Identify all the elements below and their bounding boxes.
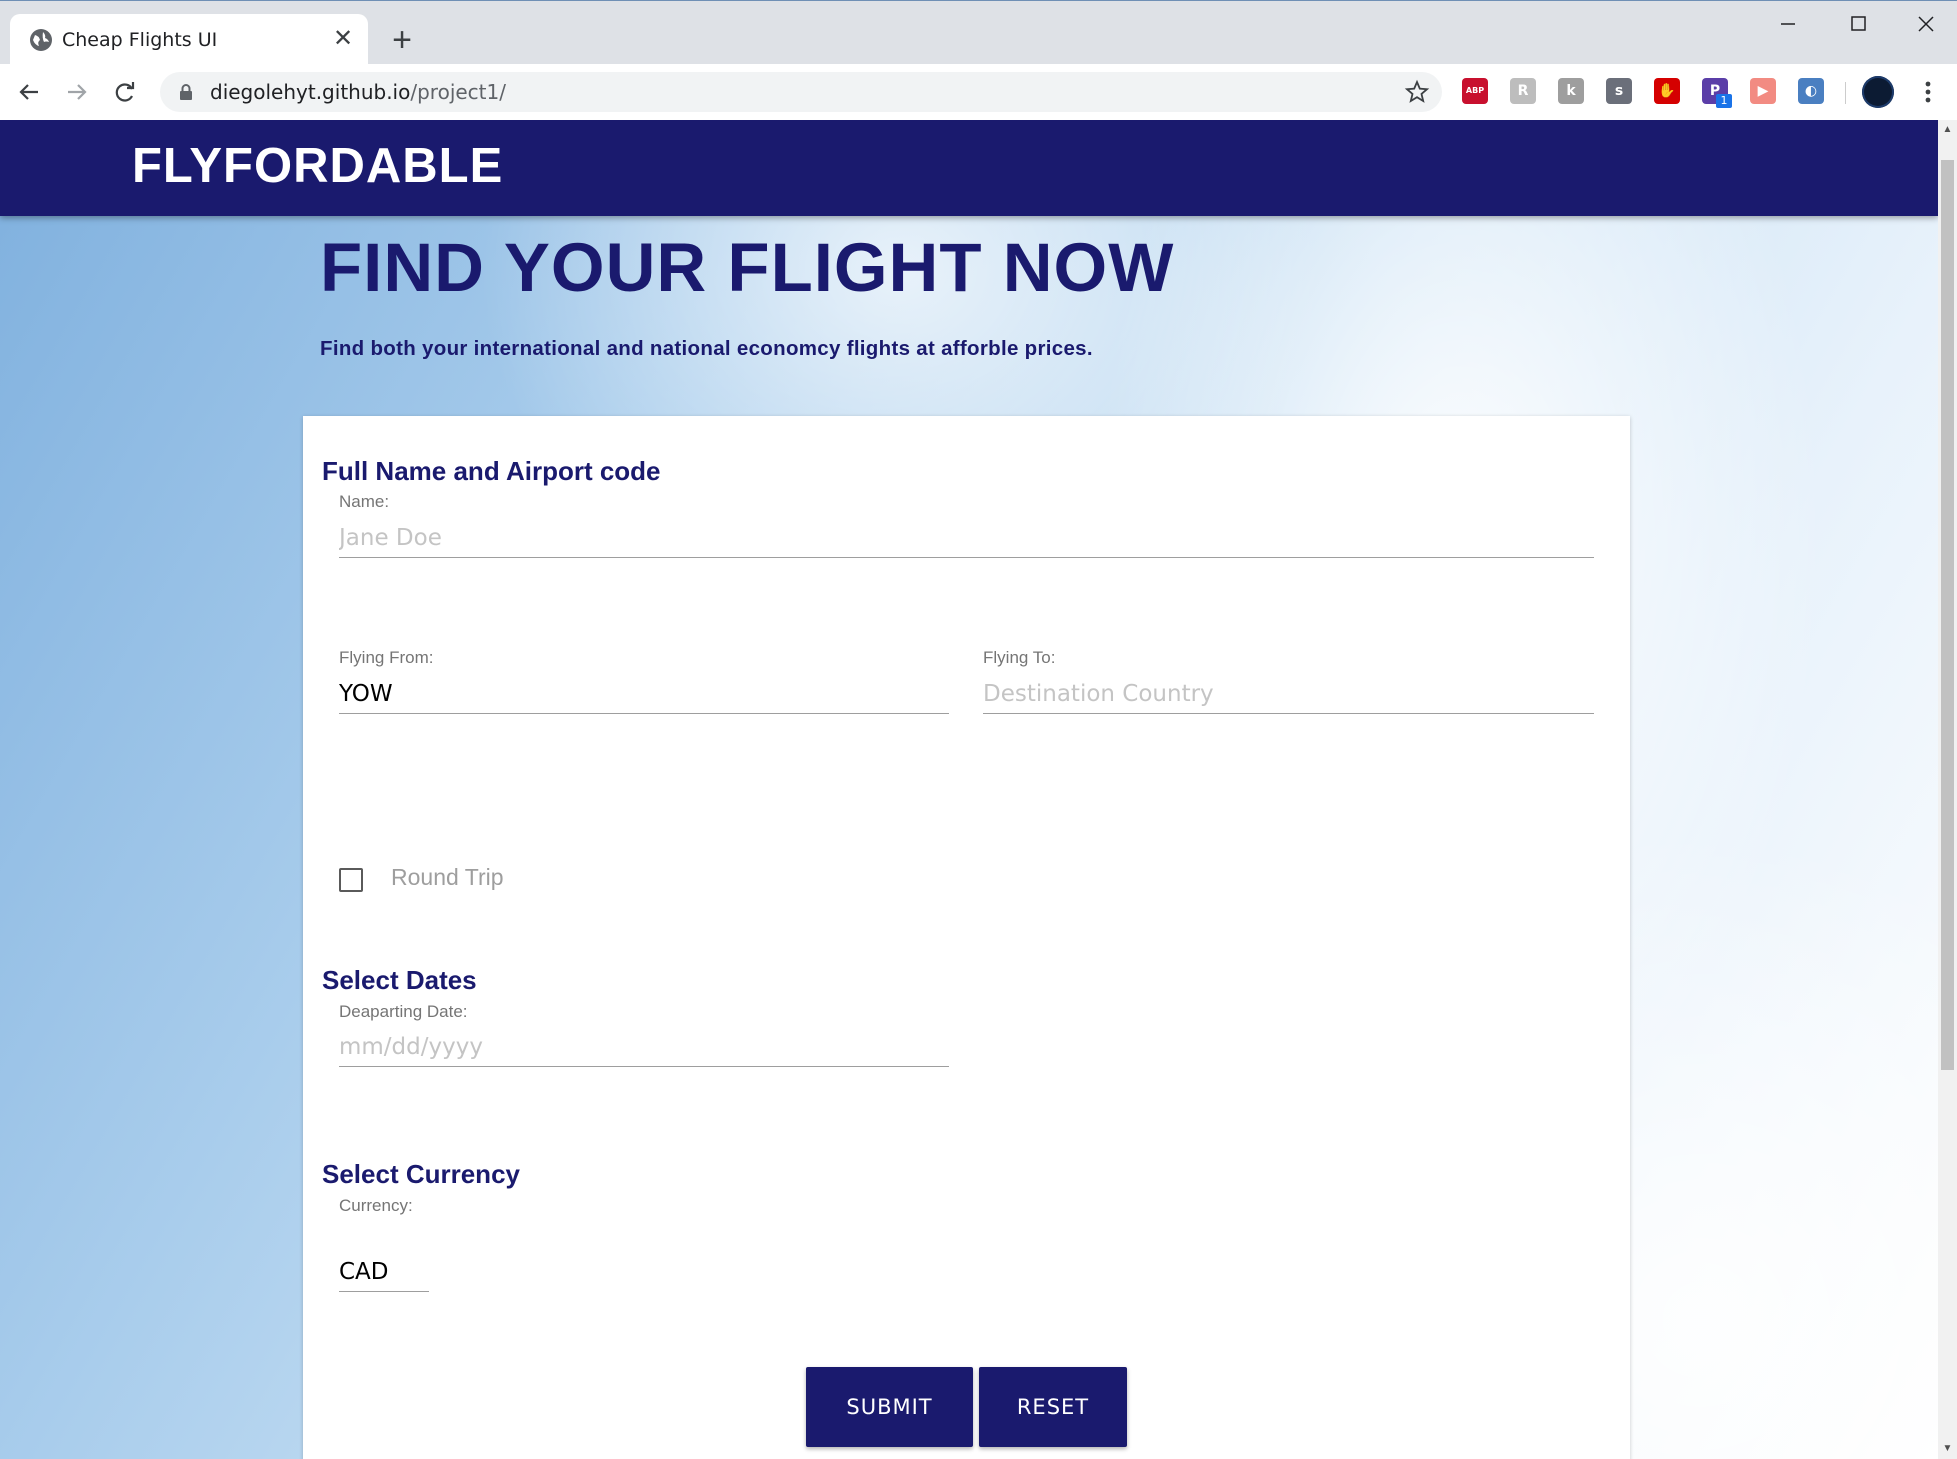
cloud-sync-icon[interactable]: ◐: [1798, 78, 1824, 104]
browser-tab[interactable]: Cheap Flights UI ✕: [10, 14, 368, 65]
name-input[interactable]: [339, 518, 1594, 558]
flying-to-label: Flying To:: [983, 648, 1056, 667]
browser-tabstrip: Cheap Flights UI ✕ +: [0, 0, 1957, 65]
section-title-name: Full Name and Airport code: [322, 456, 661, 486]
kebab-menu-icon[interactable]: [1916, 78, 1940, 106]
hero-subtitle: Find both your international and nationa…: [320, 337, 1093, 360]
reload-icon[interactable]: [110, 77, 140, 107]
flying-to-input[interactable]: [983, 674, 1594, 714]
profile-avatar[interactable]: [1862, 76, 1894, 108]
flying-from-label: Flying From:: [339, 648, 434, 667]
minimize-icon[interactable]: [1768, 11, 1808, 41]
browser-toolbar: diegolehyt.github.io/project1/ ABP Rk s ✋ P 1…: [0, 64, 1957, 120]
forward-arrow-icon[interactable]: [62, 77, 92, 107]
hero-title: FIND YOUR FLIGHT NOW: [320, 229, 1175, 306]
page-viewport: FLYFORDABLE FIND YOUR FLIGHT NOW Find bo…: [0, 120, 1938, 1459]
page-scrollbar[interactable]: ▲ ▼: [1938, 120, 1957, 1459]
brand-logo[interactable]: FLYFORDABLE: [132, 138, 503, 194]
departing-date-input[interactable]: [339, 1027, 949, 1067]
round-trip-label[interactable]: Round Trip: [391, 864, 504, 891]
tab-close-icon[interactable]: ✕: [330, 26, 356, 52]
k-extension-icon[interactable]: k: [1558, 78, 1584, 104]
departing-date-label: Deaparting Date:: [339, 1002, 468, 1021]
toolbar-divider: [1845, 82, 1846, 104]
flight-search-form: Full Name and Airport code Name: Flying …: [303, 416, 1630, 1459]
s-extension-icon[interactable]: s: [1606, 78, 1632, 104]
lock-icon: [180, 84, 192, 100]
script-r-icon[interactable]: R: [1510, 78, 1536, 104]
cast-icon[interactable]: ▶: [1750, 78, 1776, 104]
scrollbar-thumb[interactable]: [1941, 160, 1954, 1070]
address-bar[interactable]: diegolehyt.github.io/project1/: [160, 72, 1442, 112]
round-trip-checkbox[interactable]: [339, 868, 363, 892]
bookmark-star-icon[interactable]: [1404, 79, 1430, 105]
reset-button[interactable]: RESET: [979, 1367, 1127, 1447]
scroll-up-arrow-icon[interactable]: ▲: [1941, 124, 1954, 138]
globe-icon: [30, 29, 52, 51]
currency-label: Currency:: [339, 1196, 413, 1215]
new-tab-button[interactable]: +: [385, 23, 419, 57]
scroll-down-arrow-icon[interactable]: ▼: [1941, 1443, 1954, 1457]
submit-button[interactable]: SUBMIT: [806, 1367, 973, 1447]
site-header: FLYFORDABLE: [0, 120, 1938, 216]
tab-title: Cheap Flights UI: [62, 29, 218, 51]
name-label: Name:: [339, 492, 390, 511]
section-title-dates: Select Dates: [322, 965, 477, 995]
flying-from-input[interactable]: [339, 674, 949, 714]
extension-badge: 1: [1716, 94, 1732, 108]
maximize-icon[interactable]: [1838, 11, 1878, 41]
stop-hand-icon[interactable]: ✋: [1654, 78, 1680, 104]
section-title-currency: Select Currency: [322, 1159, 520, 1189]
currency-select[interactable]: CAD: [339, 1252, 429, 1292]
back-arrow-icon[interactable]: [14, 77, 44, 107]
url-text: diegolehyt.github.io/project1/: [210, 80, 506, 104]
adblock-icon[interactable]: ABP: [1462, 78, 1488, 104]
window-close-icon[interactable]: [1906, 11, 1946, 41]
